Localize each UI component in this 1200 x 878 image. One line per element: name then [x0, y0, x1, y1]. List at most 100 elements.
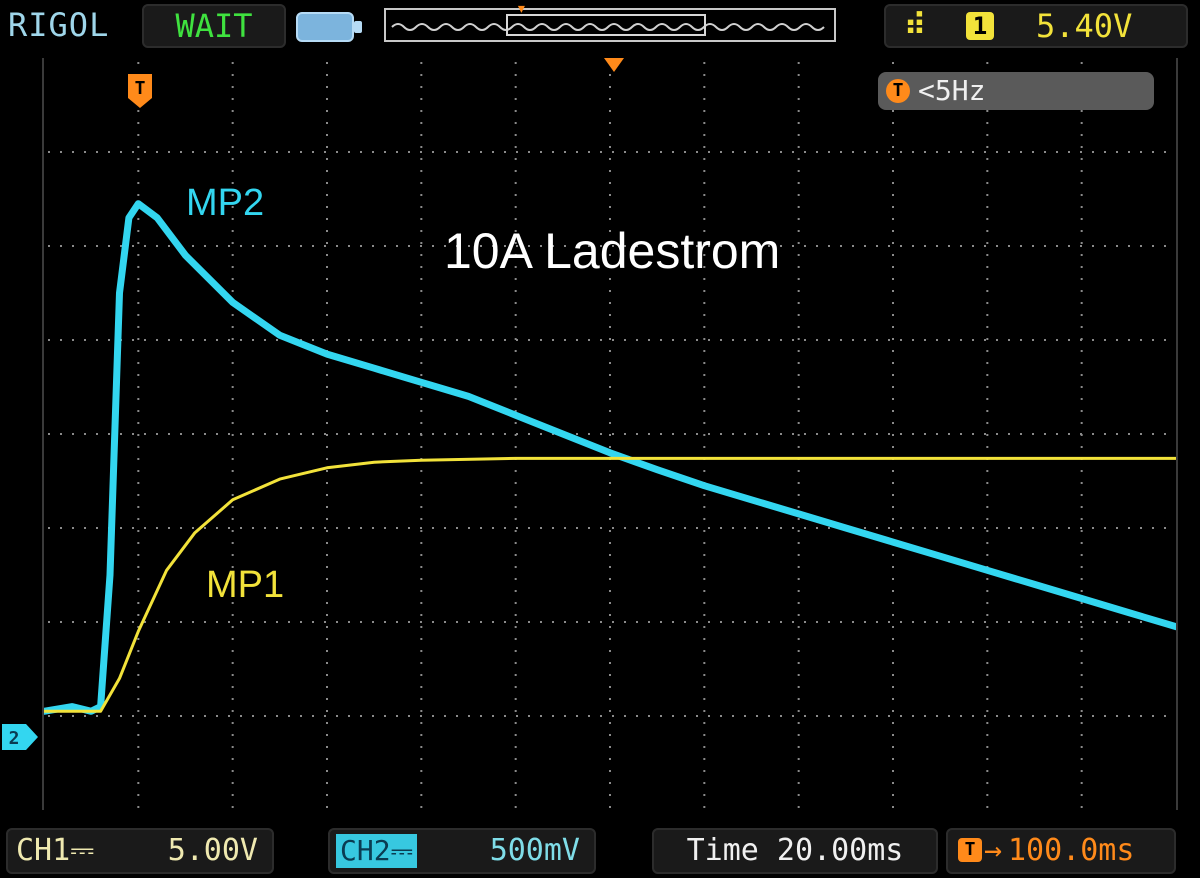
grid-dot — [816, 245, 818, 247]
grid-dot — [240, 433, 242, 435]
grid-dot — [892, 110, 894, 112]
grid-dot — [840, 621, 842, 623]
grid-dot — [396, 151, 398, 153]
ch2-ground-marker-icon[interactable]: 2 — [0, 722, 40, 752]
grid-dot — [900, 433, 902, 435]
grid-dot — [609, 602, 611, 604]
timebase-box[interactable]: Time 20.00ms — [652, 828, 938, 874]
grid-dot — [797, 494, 800, 496]
grid-dot — [540, 621, 542, 623]
grid-dot — [156, 433, 158, 435]
grid-dot — [326, 770, 328, 772]
ch1-scale-box[interactable]: CH1⎓ 5.00V — [6, 828, 274, 874]
run-status-indicator[interactable]: WAIT — [142, 4, 286, 48]
grid-dot — [609, 482, 611, 484]
grid-dot — [276, 715, 278, 717]
ch2-scale-box[interactable]: CH2⎓ 500mV — [328, 828, 596, 874]
grid-dot — [684, 151, 686, 153]
grid-dot — [231, 254, 234, 256]
grid-dot — [288, 433, 290, 435]
grid-dot — [816, 433, 818, 435]
grid-dot — [609, 110, 611, 112]
grid-dot — [703, 98, 706, 100]
grid-dot — [240, 715, 242, 717]
grid-dot — [492, 151, 494, 153]
grid-dot — [1080, 578, 1083, 580]
grid-dot — [336, 621, 338, 623]
grid-dot — [797, 398, 800, 400]
grid-dot — [986, 110, 989, 112]
grid-dot — [1104, 715, 1106, 717]
grid-dot — [576, 339, 578, 341]
grid-dot — [514, 782, 517, 784]
grid-dot — [514, 86, 517, 88]
grid-dot — [137, 62, 140, 64]
grid-dot — [986, 626, 989, 628]
grid-dot — [514, 566, 517, 568]
grid-dot — [444, 151, 446, 153]
trigger-offset-box[interactable]: T → 100.0ms — [946, 828, 1176, 874]
grid-dot — [1080, 290, 1083, 292]
grid-dot — [137, 698, 140, 700]
grid-dot — [231, 170, 234, 172]
grid-dot — [792, 245, 794, 247]
grid-dot — [326, 242, 328, 244]
grid-dot — [609, 434, 611, 436]
grid-dot — [420, 302, 423, 304]
grid-dot — [986, 290, 989, 292]
grid-dot — [324, 621, 326, 623]
grid-dot — [1044, 621, 1046, 623]
grid-dot — [396, 245, 398, 247]
grid-dot — [144, 245, 146, 247]
grid-dot — [1080, 218, 1083, 220]
grid-dot — [420, 494, 423, 496]
grid-dot — [797, 446, 800, 448]
grid-dot — [936, 151, 938, 153]
grid-dot — [703, 122, 706, 124]
grid-dot — [216, 151, 218, 153]
grid-dot — [120, 621, 122, 623]
grid-dot — [336, 433, 338, 435]
grid-dot — [703, 554, 706, 556]
grid-dot — [48, 433, 50, 435]
grid-dot — [564, 339, 566, 341]
grid-dot — [708, 433, 710, 435]
grid-dot — [792, 433, 794, 435]
grid-dot — [900, 527, 902, 529]
grid-dot — [1068, 527, 1070, 529]
grid-dot — [137, 686, 140, 688]
grid-dot — [892, 230, 894, 232]
trigger-settings-box[interactable]: ⠾ 1 5.40V — [884, 4, 1188, 48]
grid-dot — [540, 715, 542, 717]
grid-dot — [514, 422, 517, 424]
grid-dot — [360, 339, 362, 341]
grid-dot — [732, 621, 734, 623]
grid-dot — [264, 151, 266, 153]
grid-dot — [797, 230, 800, 232]
grid-dot — [300, 621, 302, 623]
grid-dot — [1068, 621, 1070, 623]
grid-dot — [120, 715, 122, 717]
grid-dot — [408, 245, 410, 247]
grid-dot — [792, 339, 794, 341]
grid-dot — [326, 422, 328, 424]
memory-view-window[interactable] — [506, 14, 706, 36]
grid-dot — [360, 621, 362, 623]
grid-dot — [840, 339, 842, 341]
grid-dot — [703, 530, 706, 532]
grid-dot — [372, 245, 374, 247]
grid-dot — [137, 638, 140, 640]
grid-dot — [420, 110, 423, 112]
grid-dot — [756, 339, 758, 341]
grid-dot — [986, 614, 989, 616]
grid-dot — [48, 245, 50, 247]
grid-dot — [432, 621, 434, 623]
grid-dot — [288, 621, 290, 623]
grid-dot — [948, 527, 950, 529]
grid-dot — [516, 339, 518, 341]
grid-dot — [396, 339, 398, 341]
grid-dot — [420, 266, 423, 268]
grid-dot — [312, 527, 314, 529]
grid-dot — [514, 734, 517, 736]
annotation-mp2: MP2 — [186, 182, 265, 224]
